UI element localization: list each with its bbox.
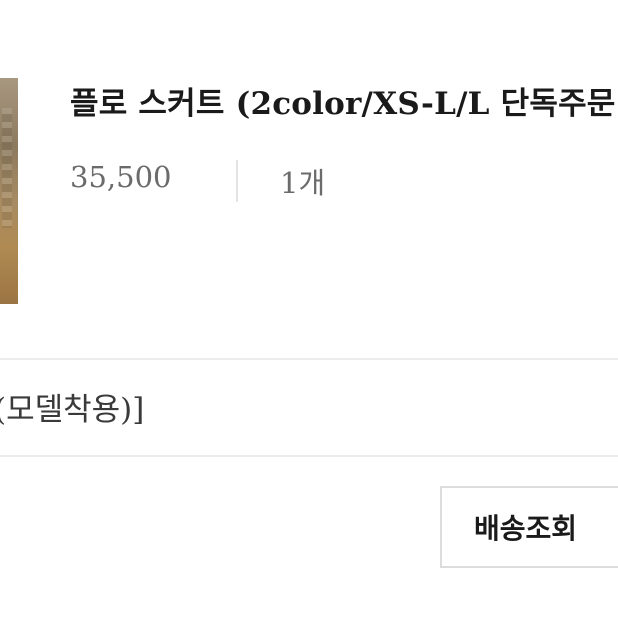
vertical-divider <box>236 160 238 202</box>
track-shipping-button[interactable]: 배송조회 <box>440 486 618 568</box>
divider <box>0 358 618 360</box>
product-quantity: 1개 <box>280 166 326 200</box>
product-title[interactable]: 플로 스커트 (2color/XS-L/L 단독주문 <box>70 78 616 123</box>
divider <box>0 455 618 457</box>
product-option-text: (모델착용)] <box>0 392 145 428</box>
product-thumbnail[interactable] <box>0 78 18 304</box>
product-price: 35,500 <box>70 160 172 194</box>
